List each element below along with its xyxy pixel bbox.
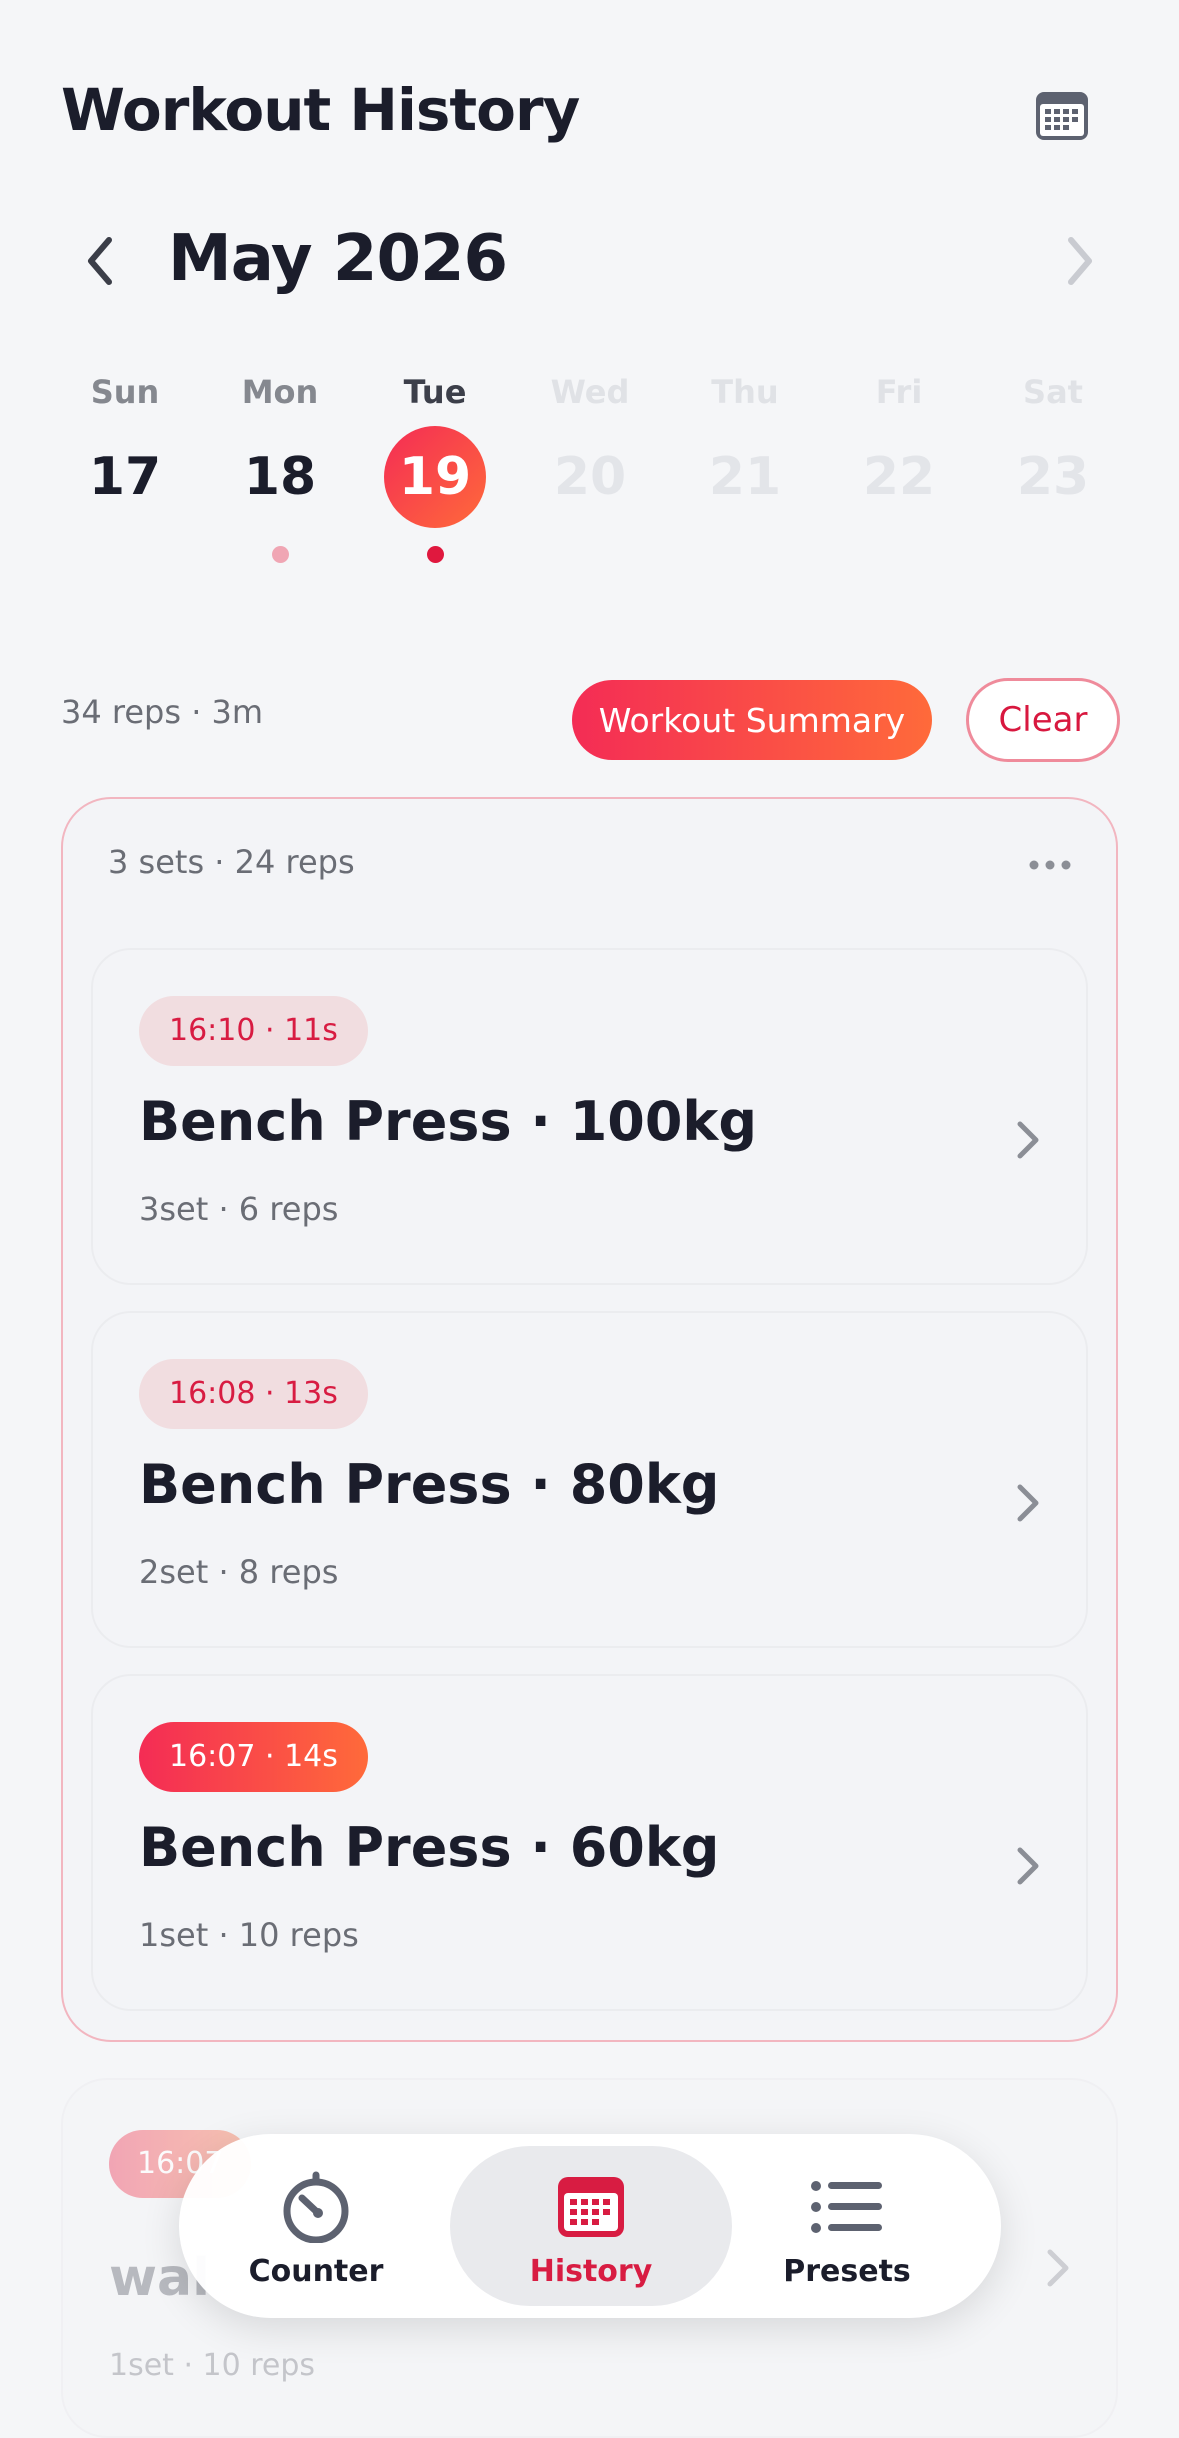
day-name: Wed — [550, 373, 630, 411]
day-number: 18 — [243, 447, 317, 507]
next-month-button[interactable] — [1050, 228, 1110, 294]
time-badge: 16:10 · 11s — [139, 996, 368, 1066]
set-details: 1set · 10 reps — [109, 2348, 316, 2383]
day-number: 17 — [88, 447, 162, 507]
more-horizontal-icon — [1029, 860, 1071, 870]
day-number: 23 — [1016, 447, 1090, 507]
previous-month-button[interactable] — [70, 228, 130, 294]
day-name: Sun — [90, 373, 160, 411]
set-title: Bench Press · 100kg — [139, 1090, 757, 1153]
calendar-button[interactable] — [1032, 88, 1092, 144]
day-totals: 34 reps · 3m — [61, 693, 264, 731]
page-title: Workout History — [61, 76, 580, 144]
time-badge: 16:08 · 13s — [139, 1359, 368, 1429]
day-name: Tue — [403, 373, 467, 411]
more-options-button[interactable] — [1020, 845, 1080, 885]
chevron-right-icon — [1010, 1841, 1046, 1891]
day-wed[interactable]: Wed 20 — [530, 370, 650, 563]
set-title: Bench Press · 60kg — [139, 1816, 720, 1879]
clear-button[interactable]: Clear — [966, 678, 1120, 762]
chevron-right-icon — [1046, 2248, 1070, 2292]
day-name: Fri — [875, 373, 923, 411]
list-icon — [807, 2170, 887, 2244]
day-name: Mon — [241, 373, 319, 411]
tab-bar: Counter History Presets — [179, 2134, 1001, 2318]
week-strip: Sun 17 Mon 18 Tue 19 Wed 20 Thu 21 Fri 2… — [48, 370, 1138, 590]
stopwatch-icon — [276, 2170, 356, 2244]
calendar-icon — [1036, 92, 1088, 140]
set-details: 3set · 6 reps — [139, 1190, 339, 1228]
activity-dot — [426, 546, 444, 563]
day-fri[interactable]: Fri 22 — [839, 370, 959, 563]
day-thu[interactable]: Thu 21 — [685, 370, 805, 563]
chevron-right-icon — [1010, 1478, 1046, 1528]
activity-dot — [271, 546, 289, 563]
set-title: Bench Press · 80kg — [139, 1453, 720, 1516]
chevron-left-icon — [88, 237, 112, 285]
tab-counter[interactable]: Counter — [175, 2146, 457, 2306]
set-card-1[interactable]: 16:10 · 11s Bench Press · 100kg 3set · 6… — [91, 948, 1088, 1285]
day-sat[interactable]: Sat 23 — [993, 370, 1113, 563]
day-number: 22 — [862, 447, 936, 507]
day-number: 19 — [384, 426, 486, 528]
set-details: 1set · 10 reps — [139, 1916, 359, 1954]
tab-label: History — [529, 2254, 653, 2289]
day-name: Thu — [711, 373, 779, 411]
day-sun[interactable]: Sun 17 — [65, 370, 185, 563]
day-mon[interactable]: Mon 18 — [220, 370, 340, 563]
month-label: May 2026 — [168, 222, 508, 296]
day-number: 20 — [553, 447, 627, 507]
tab-label: Counter — [248, 2254, 384, 2289]
time-badge: 16:07 · 14s — [139, 1722, 368, 1792]
set-details: 2set · 8 reps — [139, 1553, 339, 1591]
day-tue[interactable]: Tue 19 — [375, 370, 495, 563]
tab-label: Presets — [783, 2254, 911, 2289]
tab-history[interactable]: History — [450, 2146, 732, 2306]
workout-summary-button[interactable]: Workout Summary — [572, 680, 932, 760]
set-card-3[interactable]: 16:07 · 14s Bench Press · 60kg 1set · 10… — [91, 1674, 1088, 2011]
day-name: Sat — [1023, 373, 1083, 411]
group-meta: 3 sets · 24 reps — [108, 843, 355, 881]
chevron-right-icon — [1068, 237, 1092, 285]
set-card-2[interactable]: 16:08 · 13s Bench Press · 80kg 2set · 8 … — [91, 1311, 1088, 1648]
day-number: 21 — [708, 447, 782, 507]
chevron-right-icon — [1010, 1115, 1046, 1165]
tab-presets[interactable]: Presets — [706, 2146, 988, 2306]
calendar-icon — [551, 2170, 631, 2244]
